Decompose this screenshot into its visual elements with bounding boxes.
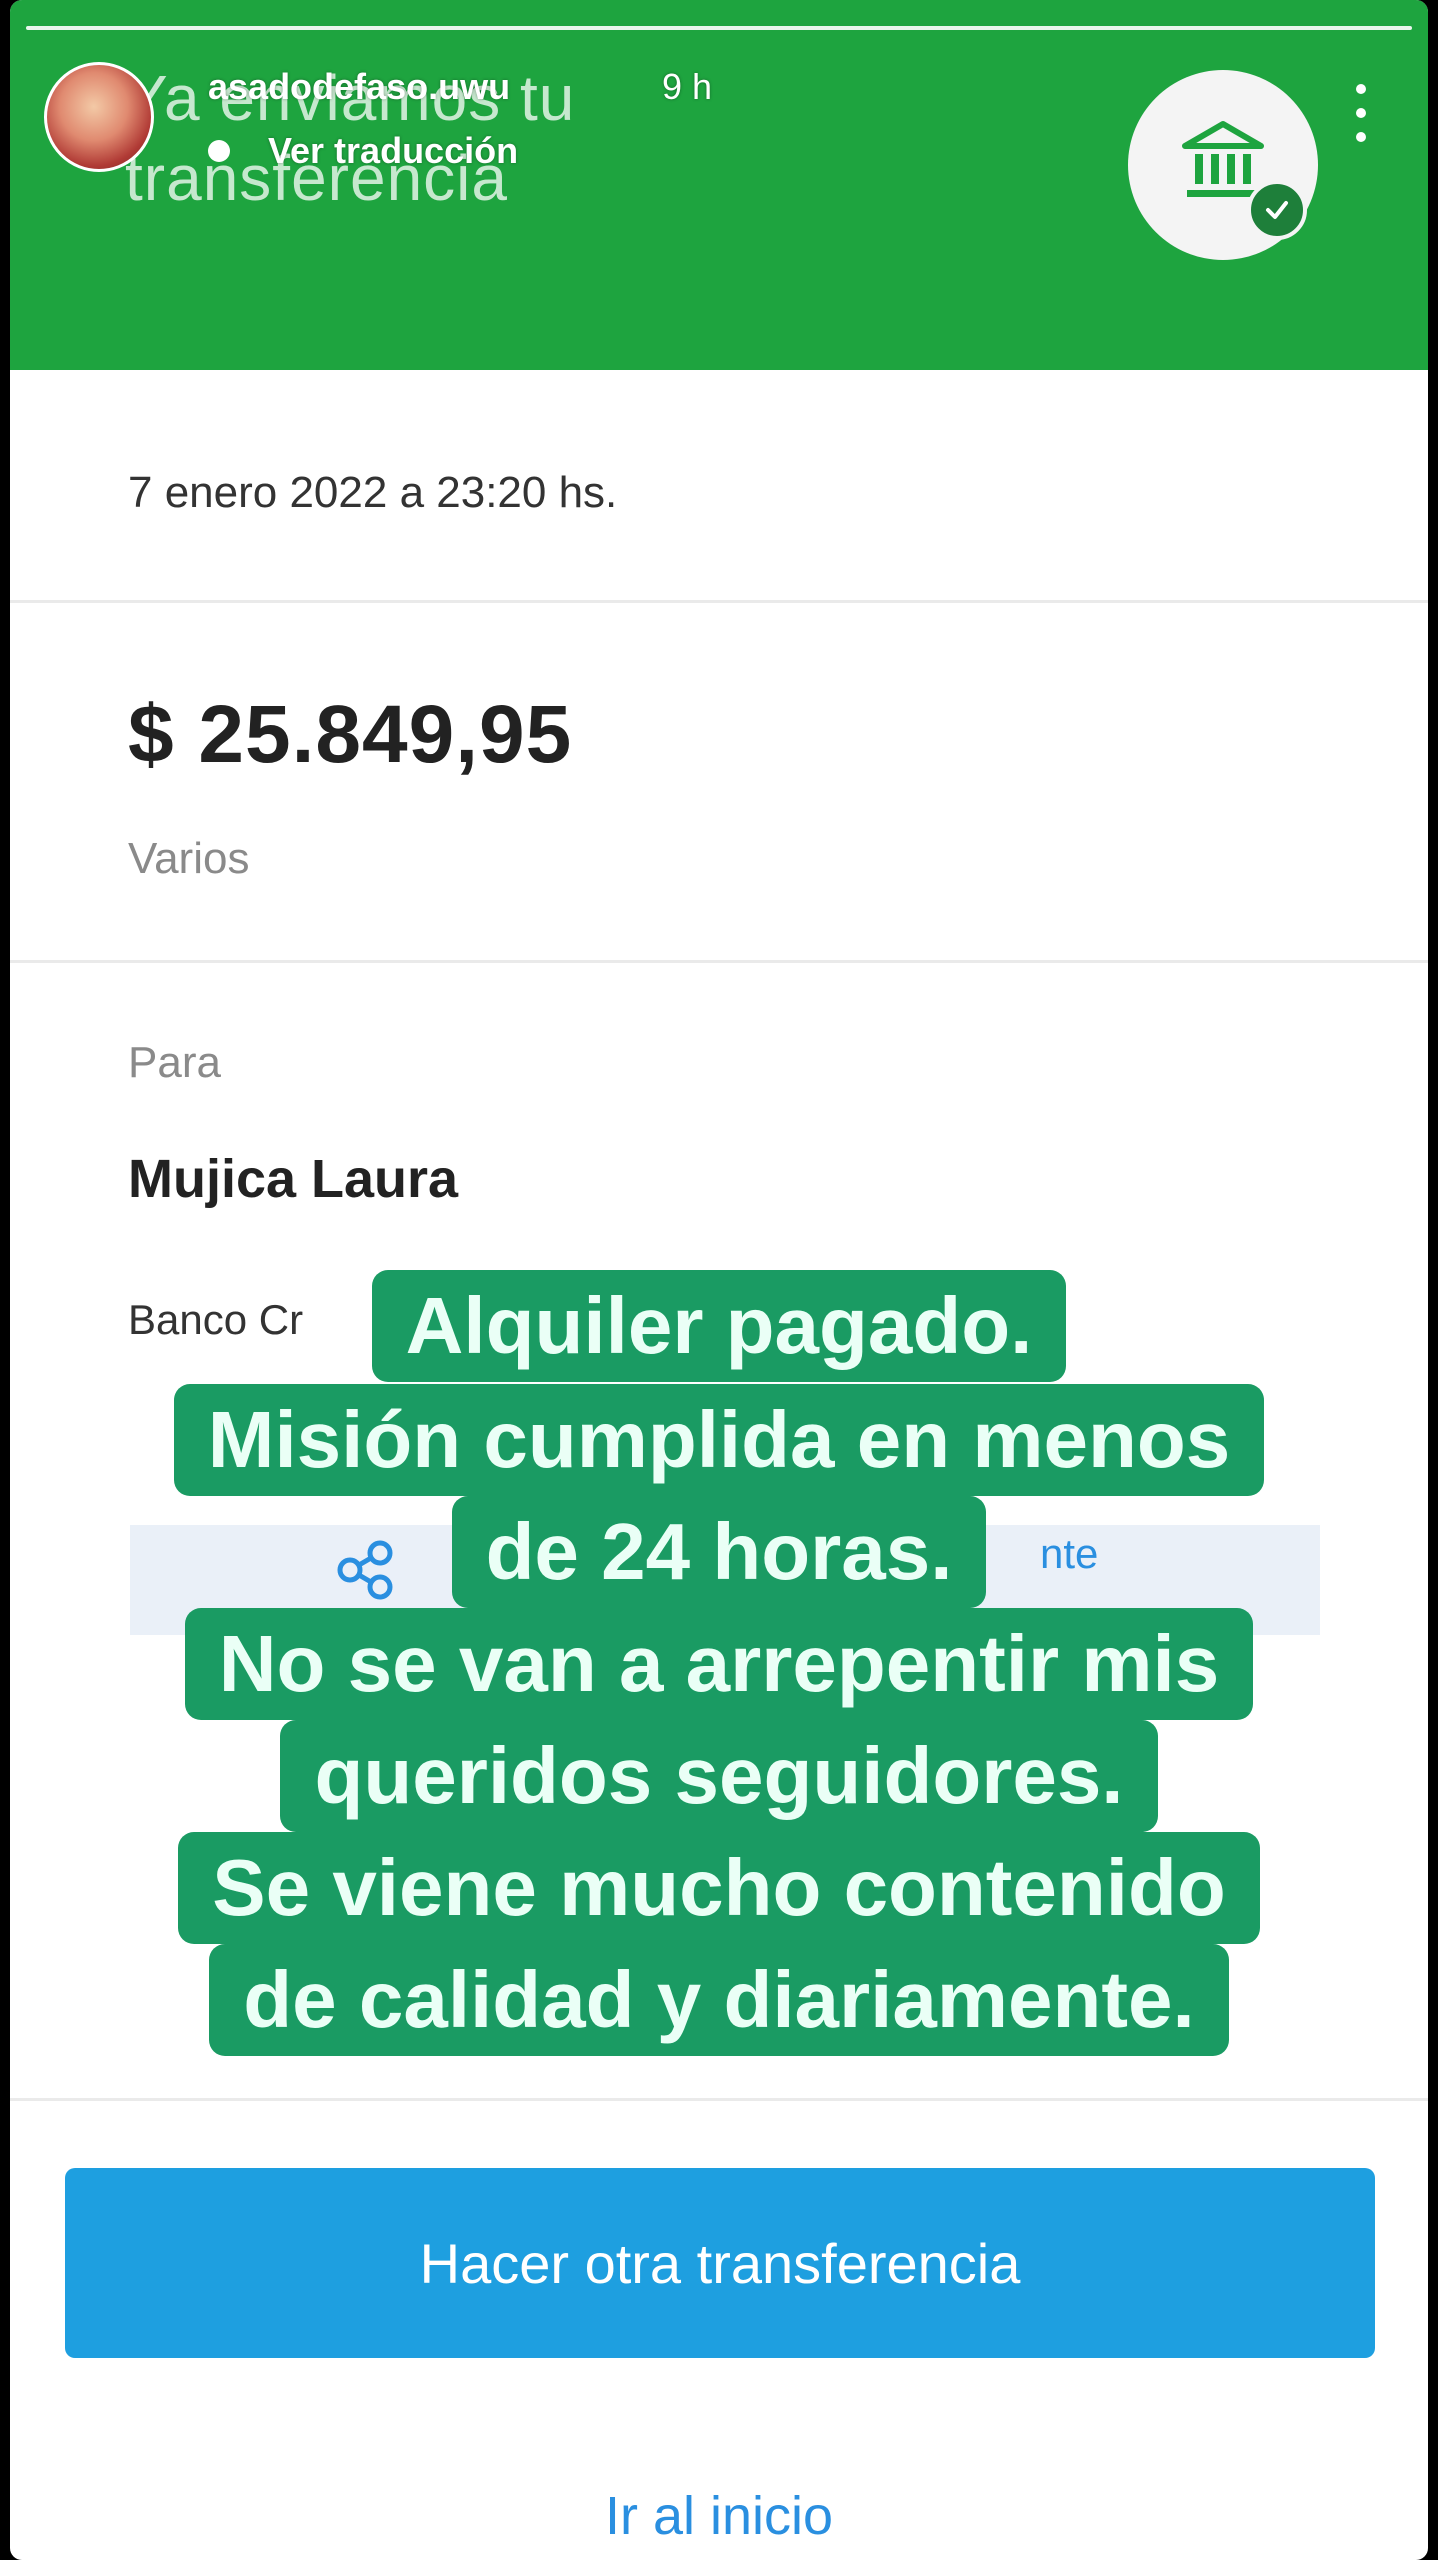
avatar[interactable] bbox=[44, 62, 154, 172]
story-time: 9 h bbox=[662, 66, 713, 107]
go-home-link[interactable]: Ir al inicio bbox=[10, 2485, 1428, 2547]
overlay-line: Alquiler pagado. bbox=[371, 1270, 1067, 1382]
recipient-name: Mujica Laura bbox=[128, 1149, 459, 1209]
translate-icon bbox=[208, 140, 230, 162]
success-header: Ya enviamos tu transferencia asadodefaso… bbox=[10, 0, 1428, 370]
story-text-overlay: Alquiler pagado. Misión cumplida en meno… bbox=[10, 1270, 1428, 2056]
more-vertical-icon[interactable] bbox=[1355, 84, 1367, 144]
overlay-line: Misión cumplida en menos bbox=[173, 1384, 1265, 1496]
overlay-line: de 24 horas. bbox=[451, 1496, 987, 1608]
overlay-line: No se van a arrepentir mis bbox=[184, 1608, 1254, 1720]
see-translation-link[interactable]: Ver traducción bbox=[268, 130, 518, 172]
story-frame: Ya enviamos tu transferencia asadodefaso… bbox=[10, 0, 1428, 2560]
story-progress-bar bbox=[26, 26, 1412, 30]
recipient-label: Para bbox=[128, 1038, 221, 1087]
divider bbox=[10, 600, 1428, 603]
overlay-line: queridos seguidores. bbox=[280, 1720, 1158, 1832]
check-icon bbox=[1247, 180, 1307, 240]
overlay-line: de calidad y diariamente. bbox=[209, 1944, 1229, 2056]
story-username[interactable]: asadodefaso.uwu bbox=[208, 66, 510, 108]
divider bbox=[10, 2098, 1428, 2101]
transfer-amount: $ 25.849,95 bbox=[128, 689, 573, 780]
new-transfer-button[interactable]: Hacer otra transferencia bbox=[65, 2168, 1375, 2358]
transfer-datetime: 7 enero 2022 a 23:20 hs. bbox=[128, 468, 618, 517]
divider bbox=[10, 960, 1428, 963]
transfer-concept: Varios bbox=[128, 834, 250, 883]
overlay-line: Se viene mucho contenido bbox=[178, 1832, 1260, 1944]
